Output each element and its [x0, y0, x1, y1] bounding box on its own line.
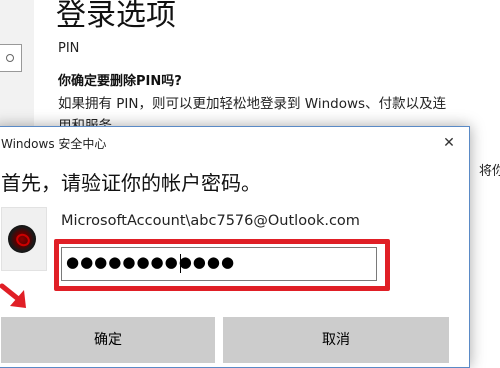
side-text: 将你	[479, 164, 500, 179]
remove-pin-question: 你确定要删除PIN吗?	[58, 74, 182, 89]
password-highlight-box	[54, 239, 390, 291]
avatar	[8, 225, 36, 253]
page-title: 登录选项	[56, 0, 176, 33]
dialog-title: Windows 安全中心	[1, 137, 107, 151]
pin-description-line1: 如果拥有 PIN，则可以更加轻松地登录到 Windows、付款以及连	[58, 96, 447, 112]
close-icon[interactable]: ✕	[436, 132, 462, 154]
nav-item-icon[interactable]	[0, 44, 22, 72]
dialog-heading: 首先，请验证你的帐户密码。	[1, 171, 261, 195]
windows-security-dialog: Windows 安全中心 ✕ 首先，请验证你的帐户密码。 MicrosoftAc…	[0, 126, 470, 368]
ok-button[interactable]: 确定	[1, 317, 215, 363]
red-arrow-icon	[0, 283, 26, 308]
pin-section-label: PIN	[58, 41, 80, 56]
cancel-button[interactable]: 取消	[223, 317, 449, 363]
dot-icon	[6, 54, 14, 62]
avatar-container	[1, 207, 47, 271]
account-name: MicrosoftAccount\abc7576@Outlook.com	[61, 213, 360, 229]
